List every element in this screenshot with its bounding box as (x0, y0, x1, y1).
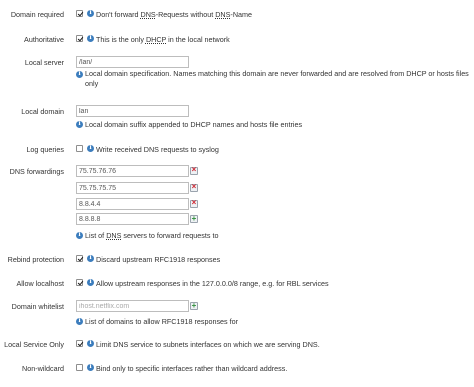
dns-abbr: DNS (140, 10, 156, 19)
info-icon (87, 144, 94, 152)
info-icon (87, 254, 94, 262)
info-icon (76, 120, 83, 128)
info-icon (87, 9, 94, 17)
log-queries-description: Write received DNS requests to syslog (96, 145, 219, 154)
remove-entry-button[interactable] (190, 165, 198, 175)
allow-localhost-label: Allow localhost (16, 279, 64, 288)
domain-whitelist-description: List of domains to allow RFC1918 respons… (85, 317, 239, 326)
local-domain-label: Local domain (21, 107, 64, 116)
domain-required-label: Domain required (10, 10, 64, 19)
dns-abbr: DNS (215, 10, 231, 19)
add-entry-button[interactable] (190, 301, 198, 310)
info-icon (87, 363, 94, 371)
info-icon (76, 317, 83, 325)
domain-whitelist-label: Domain whitelist (11, 302, 64, 311)
local-service-only-description: Limit DNS service to subnets interfaces … (96, 340, 320, 349)
non-wildcard-checkbox[interactable] (76, 364, 83, 371)
local-server-input[interactable] (76, 56, 189, 68)
info-icon (76, 70, 83, 78)
dns-forwardings-label: DNS forwardings (9, 167, 64, 176)
non-wildcard-description: Bind only to specific interfaces rather … (96, 364, 288, 373)
rebind-protection-description: Discard upstream RFC1918 responses (96, 255, 221, 264)
remove-entry-button[interactable] (190, 198, 198, 208)
remove-entry-button[interactable] (190, 182, 198, 192)
allow-localhost-description: Allow upstream responses in the 127.0.0.… (96, 279, 329, 288)
add-entry-button[interactable] (190, 214, 198, 223)
dns-forwarding-input-2[interactable] (76, 182, 189, 194)
dns-forwarding-input-1[interactable] (76, 165, 189, 177)
info-icon (87, 278, 94, 286)
dns-forwardings-description: List of DNS servers to forward requests … (85, 231, 219, 240)
dns-abbr: DNS (106, 231, 122, 240)
allow-localhost-checkbox[interactable] (76, 279, 83, 286)
local-service-only-checkbox[interactable] (76, 340, 83, 347)
info-icon (76, 231, 83, 239)
local-server-description: Local domain specification. Names matchi… (85, 69, 469, 88)
authoritative-checkbox[interactable] (76, 35, 83, 42)
authoritative-label: Authoritative (24, 35, 64, 44)
local-domain-description: Local domain suffix appended to DHCP nam… (85, 120, 303, 129)
rebind-protection-label: Rebind protection (7, 255, 64, 264)
local-domain-input[interactable] (76, 105, 189, 117)
domain-required-checkbox[interactable] (76, 10, 83, 17)
dns-forwarding-input-4[interactable] (76, 213, 189, 225)
dhcp-abbr: DHCP (145, 35, 167, 44)
info-icon (87, 339, 94, 347)
authoritative-description: This is the only DHCP in the local netwo… (96, 35, 230, 44)
log-queries-checkbox[interactable] (76, 145, 83, 152)
domain-whitelist-input[interactable] (76, 300, 189, 312)
local-service-only-label: Local Service Only (4, 340, 64, 349)
domain-required-description: Don't forward DNS-Requests without DNS-N… (96, 10, 252, 19)
non-wildcard-label: Non-wildcard (22, 364, 64, 373)
rebind-protection-checkbox[interactable] (76, 255, 83, 262)
dns-forwarding-input-3[interactable] (76, 198, 189, 210)
local-server-label: Local server (24, 58, 64, 67)
info-icon (87, 34, 94, 42)
log-queries-label: Log queries (26, 145, 64, 154)
